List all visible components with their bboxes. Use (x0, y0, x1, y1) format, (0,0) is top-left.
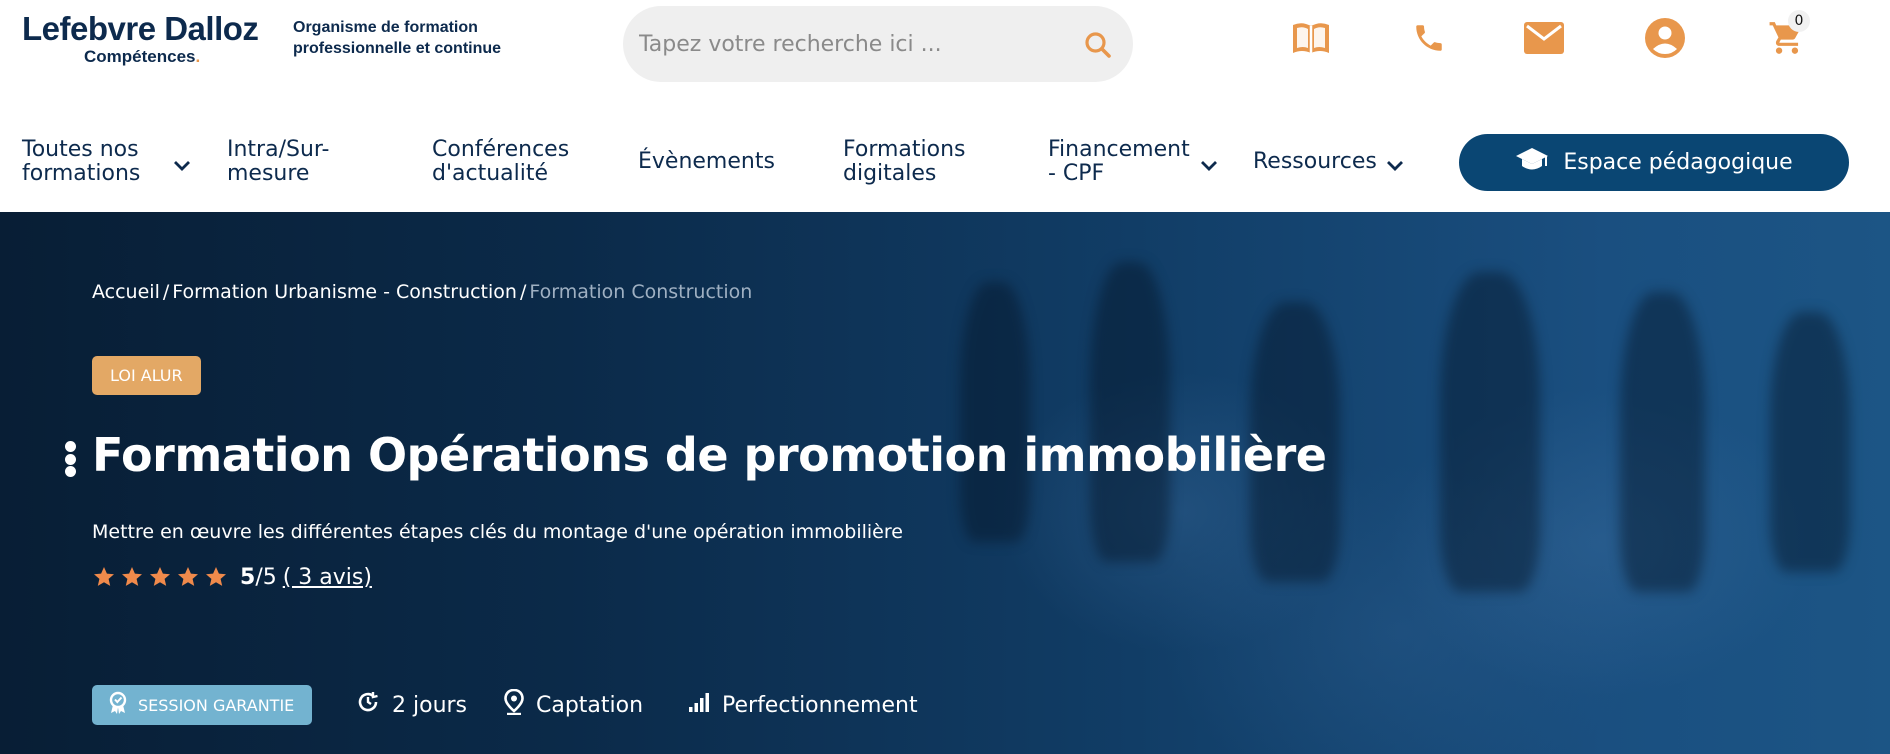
session-label: SESSION GARANTIE (138, 695, 295, 715)
star-icon (178, 567, 198, 586)
level-bars-icon (688, 691, 710, 719)
location-label: Captation (536, 692, 644, 718)
nav-item-conferences[interactable]: Conférences d'actualité (432, 138, 582, 186)
espace-pedagogique-button[interactable]: Espace pédagogique (1459, 134, 1849, 191)
breadcrumb: Accueil / Formation Urbanisme - Constructi… (92, 281, 752, 303)
cart-count-badge: 0 (1788, 10, 1810, 32)
meta-duration: 2 jours (356, 688, 467, 722)
star-icon (122, 567, 142, 586)
background-figure (960, 282, 1030, 542)
chevron-down-icon[interactable] (1386, 157, 1404, 171)
nav-item-formations-digitales[interactable]: Formations digitales (843, 138, 993, 186)
mail-icon[interactable] (1521, 16, 1567, 60)
nav-item-label: Conférences d'actualité (432, 137, 570, 186)
more-options-icon[interactable] (64, 441, 76, 477)
rating-score: 5 (240, 564, 256, 590)
nav-item-evenements[interactable]: Évènements (638, 150, 788, 174)
loi-alur-tag: LOI ALUR (92, 356, 201, 395)
chevron-down-icon[interactable] (1200, 157, 1218, 171)
rating-stars (92, 565, 228, 589)
reviews-link[interactable]: ( 3 avis) (283, 565, 372, 590)
star-icon (150, 567, 170, 586)
logo[interactable]: Lefebvre Dalloz Compétences. (22, 10, 280, 70)
search-bar (623, 6, 1133, 82)
nav-item-financement-cpf[interactable]: Financement - CPF (1048, 138, 1194, 186)
nav-item-label: Intra/Sur-mesure (227, 137, 330, 186)
nav-item-ressources[interactable]: Ressources (1253, 150, 1393, 174)
logo-brand: Lefebvre Dalloz (22, 10, 259, 47)
breadcrumb-link-accueil[interactable]: Accueil (92, 281, 160, 303)
graduation-cap-icon (1515, 146, 1549, 180)
background-figure (1440, 272, 1540, 592)
breadcrumb-separator: / (519, 281, 527, 303)
breadcrumb-link-urbanisme[interactable]: Formation Urbanisme - Construction (172, 281, 517, 303)
level-label: Perfectionnement (722, 692, 918, 718)
duration-icon (356, 690, 380, 720)
meta-location: Captation (504, 688, 643, 722)
star-icon (206, 567, 226, 586)
nav-item-label: Ressources (1253, 149, 1377, 174)
book-icon[interactable] (1288, 16, 1334, 60)
chevron-down-icon[interactable] (173, 157, 191, 171)
site-header: Lefebvre Dalloz Compétences. Organisme d… (0, 0, 1890, 86)
nav-item-label: Financement - CPF (1048, 137, 1190, 186)
nav-item-label: Toutes nos formations (22, 137, 141, 186)
breadcrumb-separator: / (162, 281, 170, 303)
rating: 5 /5 ( 3 avis) (92, 562, 372, 592)
meta-level: Perfectionnement (688, 688, 918, 722)
location-pin-icon (504, 688, 524, 721)
nav-item-label: Formations digitales (843, 137, 966, 186)
star-icon (94, 567, 114, 586)
page-subtitle: Mettre en œuvre les différentes étapes c… (92, 521, 903, 543)
cta-label: Espace pédagogique (1563, 150, 1793, 175)
tagline: Organisme de formation professionnelle e… (293, 19, 502, 57)
nav-item-label: Évènements (638, 149, 775, 174)
page-title: Formation Opérations de promotion immobi… (92, 428, 1327, 482)
rating-out-of: /5 (255, 564, 277, 590)
logo-subtitle: Compétences. (84, 47, 201, 66)
breadcrumb-current: Formation Construction (529, 281, 753, 303)
search-input[interactable] (639, 20, 1059, 68)
background-figure (1620, 292, 1705, 592)
nav-item-toutes-nos-formations[interactable]: Toutes nos formations (22, 138, 162, 186)
phone-icon[interactable] (1406, 16, 1452, 60)
account-icon[interactable] (1642, 16, 1688, 60)
background-figure (1090, 262, 1170, 562)
background-figure (1770, 312, 1850, 572)
nav-item-intra-sur-mesure[interactable]: Intra/Sur-mesure (227, 138, 347, 186)
award-icon (108, 691, 128, 719)
search-icon[interactable] (1083, 30, 1113, 60)
session-garantie-badge: SESSION GARANTIE (92, 685, 313, 725)
duration-label: 2 jours (392, 692, 468, 718)
